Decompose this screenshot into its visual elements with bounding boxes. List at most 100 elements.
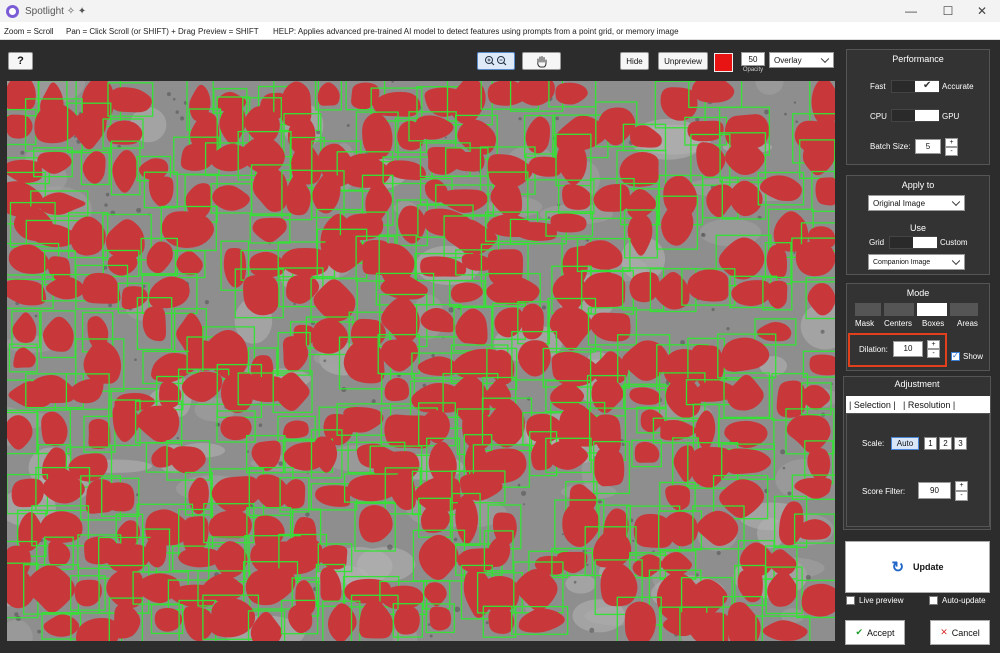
help-button[interactable]: ? <box>8 52 33 70</box>
update-label: Update <box>913 562 944 572</box>
pan-tool-button[interactable] <box>522 52 561 70</box>
texture-speckle <box>621 443 625 446</box>
checkmark-icon: ✔ <box>855 627 864 637</box>
app-logo-icon <box>6 4 19 18</box>
mask-region <box>687 120 724 142</box>
adjustment-title: Adjustment <box>894 379 940 389</box>
score-decrement-button[interactable]: - <box>955 491 968 501</box>
overlay-mode-select[interactable]: Overlay <box>769 52 834 68</box>
show-label: Show <box>963 352 984 361</box>
texture-speckle <box>448 307 454 313</box>
toggle-knob <box>915 110 939 121</box>
scale-3-button[interactable]: 3 <box>954 437 967 450</box>
auto-update-checkbox[interactable] <box>929 596 938 605</box>
score-filter-input[interactable]: 90 <box>918 482 951 499</box>
texture-speckle <box>20 150 25 155</box>
dilation-input[interactable]: 10 <box>893 341 923 357</box>
refresh-icon: ↻ <box>891 559 905 576</box>
cpu-gpu-toggle[interactable] <box>891 109 939 122</box>
texture-speckle <box>521 490 527 496</box>
dilation-decrement-button[interactable]: - <box>927 349 940 358</box>
scale-2-button[interactable]: 2 <box>939 437 952 450</box>
dilation-increment-button[interactable]: + <box>927 340 940 349</box>
texture-speckle <box>793 101 797 104</box>
mask-region <box>521 303 544 340</box>
texture-speckle <box>37 629 41 634</box>
mode-option-areas[interactable]: Areas <box>957 319 978 328</box>
score-increment-button[interactable]: + <box>955 481 968 491</box>
tab-resolution[interactable]: | Resolution | <box>903 400 955 410</box>
live-preview-checkbox[interactable] <box>846 596 855 605</box>
texture-speckle <box>726 327 730 331</box>
batch-increment-button[interactable]: + <box>945 138 958 147</box>
mode-title: Mode <box>906 288 930 298</box>
performance-title: Performance <box>892 54 944 64</box>
texture-speckle <box>15 615 21 622</box>
mode-option-mask[interactable]: Mask <box>855 319 874 328</box>
texture-speckle <box>573 580 577 584</box>
mode-option-centers[interactable]: Centers <box>884 319 912 328</box>
apply-to-select[interactable]: Original Image <box>868 195 965 211</box>
mask-region <box>809 354 835 376</box>
mode-segment-areas[interactable] <box>950 303 978 316</box>
mask-region <box>593 447 625 487</box>
mask-region <box>88 418 111 449</box>
unpreview-button[interactable]: Unpreview <box>658 52 708 70</box>
texture-speckle <box>695 117 700 122</box>
mode-segment-boxes[interactable] <box>917 303 947 316</box>
scale-auto-button[interactable]: Auto <box>891 437 919 450</box>
minimize-button[interactable]: — <box>893 0 929 22</box>
mask-region <box>7 81 36 111</box>
zoom-tool-button[interactable] <box>477 52 515 70</box>
batch-decrement-button[interactable]: - <box>945 147 958 156</box>
show-checkbox[interactable]: ✓ <box>951 351 960 361</box>
accept-button[interactable]: ✔ Accept <box>845 620 905 645</box>
batch-size-input[interactable]: 5 <box>915 139 941 154</box>
close-button[interactable]: ✕ <box>964 0 1000 22</box>
scale-label: Scale: <box>862 439 885 448</box>
fast-accurate-toggle[interactable]: ✔ <box>891 80 939 93</box>
mode-option-boxes[interactable]: Boxes <box>922 319 944 328</box>
grid-custom-toggle[interactable] <box>889 236 937 249</box>
texture-speckle <box>805 574 811 580</box>
mode-segment-centers[interactable] <box>884 303 914 316</box>
help-text: HELP: Applies advanced pre-trained AI mo… <box>273 27 679 36</box>
maximize-button[interactable]: ☐ <box>930 0 966 22</box>
texture-speckle <box>176 436 179 440</box>
window-title: Spotlight ✧ ✦ <box>25 5 87 17</box>
hide-button[interactable]: Hide <box>620 52 649 70</box>
texture-speckle <box>136 207 142 213</box>
toggle-knob <box>913 237 937 248</box>
texture-speckle <box>764 109 769 115</box>
texture-speckle <box>454 606 461 613</box>
texture-patch <box>565 574 596 594</box>
overlay-color-swatch[interactable] <box>714 53 733 72</box>
mask-region <box>550 213 587 233</box>
mask-region <box>624 601 656 641</box>
mode-segment-mask[interactable] <box>855 303 881 316</box>
texture-speckle <box>444 136 447 139</box>
gpu-label: GPU <box>942 112 960 121</box>
texture-speckle <box>104 203 108 207</box>
texture-speckle <box>711 307 715 312</box>
companion-image-select[interactable]: Companion Image <box>868 254 965 270</box>
texture-speckle <box>323 359 327 363</box>
zoom-hint: Zoom = Scroll <box>4 27 54 36</box>
chevron-down-icon <box>820 54 830 64</box>
texture-speckle <box>346 124 350 127</box>
image-canvas[interactable] <box>7 81 835 641</box>
help-strip: Zoom = Scroll Pan = Click Scroll (or SHI… <box>0 22 1000 40</box>
tab-selection[interactable]: | Selection | <box>849 400 896 410</box>
texture-speckle <box>166 92 171 97</box>
cancel-button[interactable]: ✕ Cancel <box>930 620 990 645</box>
opacity-input[interactable]: 50 <box>741 52 765 66</box>
cpu-label: CPU <box>870 112 887 121</box>
score-filter-label: Score Filter: <box>862 487 906 496</box>
chevron-down-icon <box>951 256 961 266</box>
scale-1-button[interactable]: 1 <box>924 437 937 450</box>
mask-region <box>815 177 835 206</box>
texture-speckle <box>180 116 185 121</box>
texture-speckle <box>589 627 595 633</box>
update-button[interactable]: ↻ Update <box>845 541 990 593</box>
accept-label: Accept <box>867 627 895 638</box>
